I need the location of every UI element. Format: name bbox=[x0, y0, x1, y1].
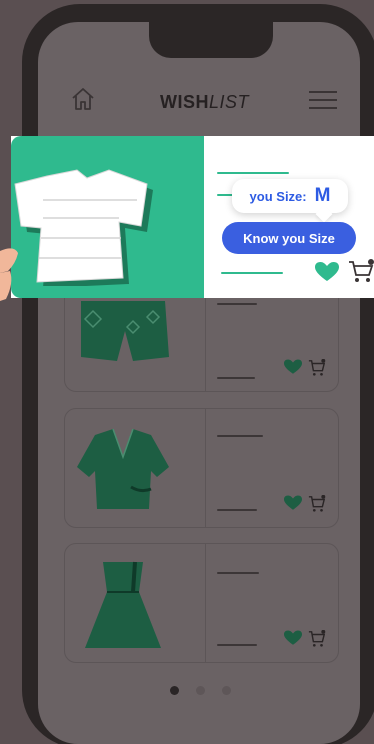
heart-icon[interactable] bbox=[315, 262, 339, 282]
phone-notch bbox=[149, 4, 273, 58]
menu-icon[interactable] bbox=[309, 91, 337, 111]
page-dot[interactable] bbox=[170, 686, 179, 695]
size-tooltip: you Size: M bbox=[232, 179, 348, 223]
cart-icon[interactable] bbox=[308, 359, 326, 377]
home-icon[interactable] bbox=[70, 86, 96, 112]
page-dot[interactable] bbox=[196, 686, 205, 695]
cart-icon[interactable] bbox=[348, 258, 374, 284]
size-label: you Size: bbox=[249, 188, 307, 204]
know-your-size-button[interactable]: Know you Size bbox=[222, 222, 356, 254]
tshirt-image bbox=[14, 169, 153, 286]
dress-image bbox=[85, 561, 161, 648]
wishlist-item[interactable] bbox=[64, 408, 339, 528]
page-dot[interactable] bbox=[222, 686, 231, 695]
cart-icon[interactable] bbox=[308, 630, 326, 648]
wishlist-item[interactable] bbox=[64, 543, 339, 663]
heart-icon[interactable] bbox=[284, 359, 302, 375]
heart-icon[interactable] bbox=[284, 630, 302, 646]
page-indicator bbox=[170, 686, 231, 695]
product-image-panel bbox=[11, 136, 204, 298]
cart-icon[interactable] bbox=[308, 495, 326, 513]
hand-pointer bbox=[0, 248, 18, 301]
title-italic: LIST bbox=[209, 92, 250, 112]
blouse-image bbox=[77, 428, 169, 509]
size-value: M bbox=[314, 185, 331, 206]
page-title: WISHLIST bbox=[160, 92, 249, 113]
title-bold: WISH bbox=[160, 92, 209, 112]
heart-icon[interactable] bbox=[284, 495, 302, 511]
